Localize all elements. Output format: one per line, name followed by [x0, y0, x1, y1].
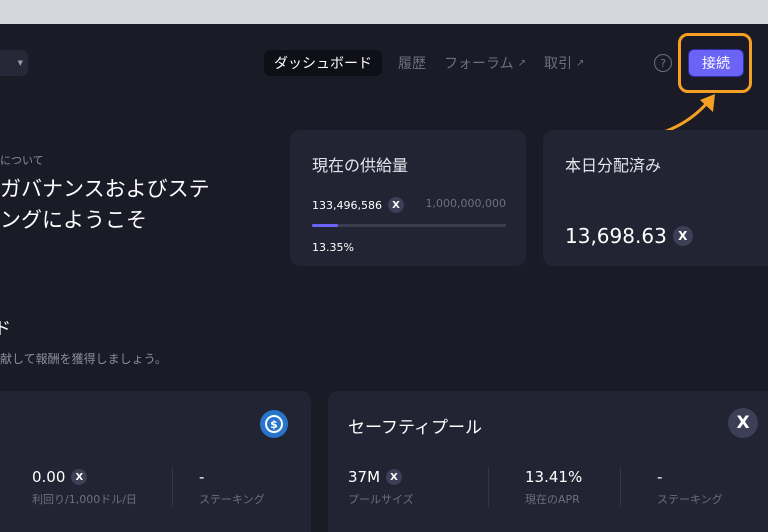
hero-about: について — [0, 154, 44, 167]
section-title: ド — [0, 319, 11, 339]
stat-divider — [172, 467, 173, 507]
usdc-staking-label: ステーキング — [199, 493, 265, 506]
usdc-staking-value: - — [199, 468, 205, 486]
x-token-icon: X — [71, 469, 88, 485]
distributed-value-text: 13,698.63 — [565, 224, 667, 248]
safety-pool-size-label: プールサイズ — [348, 493, 414, 506]
nav-history[interactable]: 履歴 — [398, 53, 426, 73]
usdc-staking-stat: - ステーキング — [199, 467, 265, 507]
network-selector[interactable]: ▼ — [0, 50, 28, 76]
connect-button-label: 接続 — [702, 56, 730, 72]
app-page: ▼ ダッシュボード 履歴 フォーラム ↗ 取引 ↗ ? 接続 について ガバナン… — [0, 24, 768, 532]
safety-staking-value: - — [657, 468, 663, 486]
nav-history-label: 履歴 — [398, 56, 426, 72]
nav-trade-label: 取引 — [543, 56, 572, 72]
nav-forum-label: フォーラム — [444, 56, 514, 72]
usdc-pool-card[interactable]: $ 0.00 X 利回り/1,000ドル/日 - ステーキング — [0, 391, 311, 532]
safety-apr-stat: 13.41% 現在のAPR — [525, 467, 582, 507]
help-symbol: ? — [660, 56, 666, 70]
x-token-icon: X — [672, 226, 693, 246]
usdc-icon: $ — [260, 410, 288, 438]
supply-title: 現在の供給量 — [312, 156, 409, 175]
supply-percent: 13.35% — [312, 241, 354, 254]
x-token-icon: X — [387, 197, 404, 213]
supply-progress-fill — [312, 224, 338, 227]
safety-pool-size-value: 37M — [348, 468, 381, 486]
usdc-yield-stat: 0.00 X 利回り/1,000ドル/日 — [32, 467, 137, 507]
stat-divider — [488, 467, 489, 507]
usdc-yield-value: 0.00 — [32, 468, 66, 486]
nav-trade[interactable]: 取引 ↗ — [544, 53, 584, 73]
safety-pool-title: セーフティプール — [348, 418, 482, 438]
top-nav: ダッシュボード 履歴 フォーラム ↗ 取引 ↗ — [264, 50, 602, 76]
chevron-down-icon: ▼ — [17, 59, 23, 67]
nav-dashboard[interactable]: ダッシュボード — [264, 50, 382, 76]
safety-apr-value: 13.41% — [525, 468, 583, 486]
connect-button[interactable]: 接続 — [688, 49, 744, 77]
supply-current-value: 133,496,586 — [312, 198, 382, 212]
safety-pool-size-stat: 37M X プールサイズ — [348, 467, 414, 507]
safety-staking-label: ステーキング — [657, 493, 723, 506]
section-subtitle: 献して報酬を獲得しましょう。 — [0, 352, 167, 366]
x-token-icon: X — [728, 408, 758, 438]
supply-progress-bar — [312, 224, 506, 227]
distributed-today-card: 本日分配済み 13,698.63 X — [543, 130, 768, 266]
hero-welcome-title: ガバナンスおよびステ ングにようこそ — [0, 177, 210, 232]
supply-current: 133,496,586 X — [312, 197, 404, 213]
nav-dashboard-label: ダッシュボード — [274, 56, 372, 72]
safety-staking-stat: - ステーキング — [657, 467, 723, 507]
external-link-icon: ↗ — [517, 57, 526, 69]
help-icon[interactable]: ? — [654, 54, 672, 72]
stat-divider — [620, 467, 621, 507]
usdc-yield-label: 利回り/1,000ドル/日 — [32, 493, 137, 506]
distributed-value: 13,698.63 X — [565, 224, 693, 248]
distributed-title: 本日分配済み — [565, 156, 662, 175]
supply-max: 1,000,000,000 — [425, 197, 506, 210]
safety-apr-label: 現在のAPR — [525, 493, 580, 506]
external-link-icon: ↗ — [575, 57, 585, 69]
supply-card: 現在の供給量 133,496,586 X 1,000,000,000 13.35… — [290, 130, 526, 266]
nav-forum[interactable]: フォーラム ↗ — [444, 53, 526, 73]
x-token-icon: X — [386, 469, 403, 485]
safety-pool-card[interactable]: セーフティプール X 37M X プールサイズ 13.41% 現在のAPR - … — [328, 391, 768, 532]
